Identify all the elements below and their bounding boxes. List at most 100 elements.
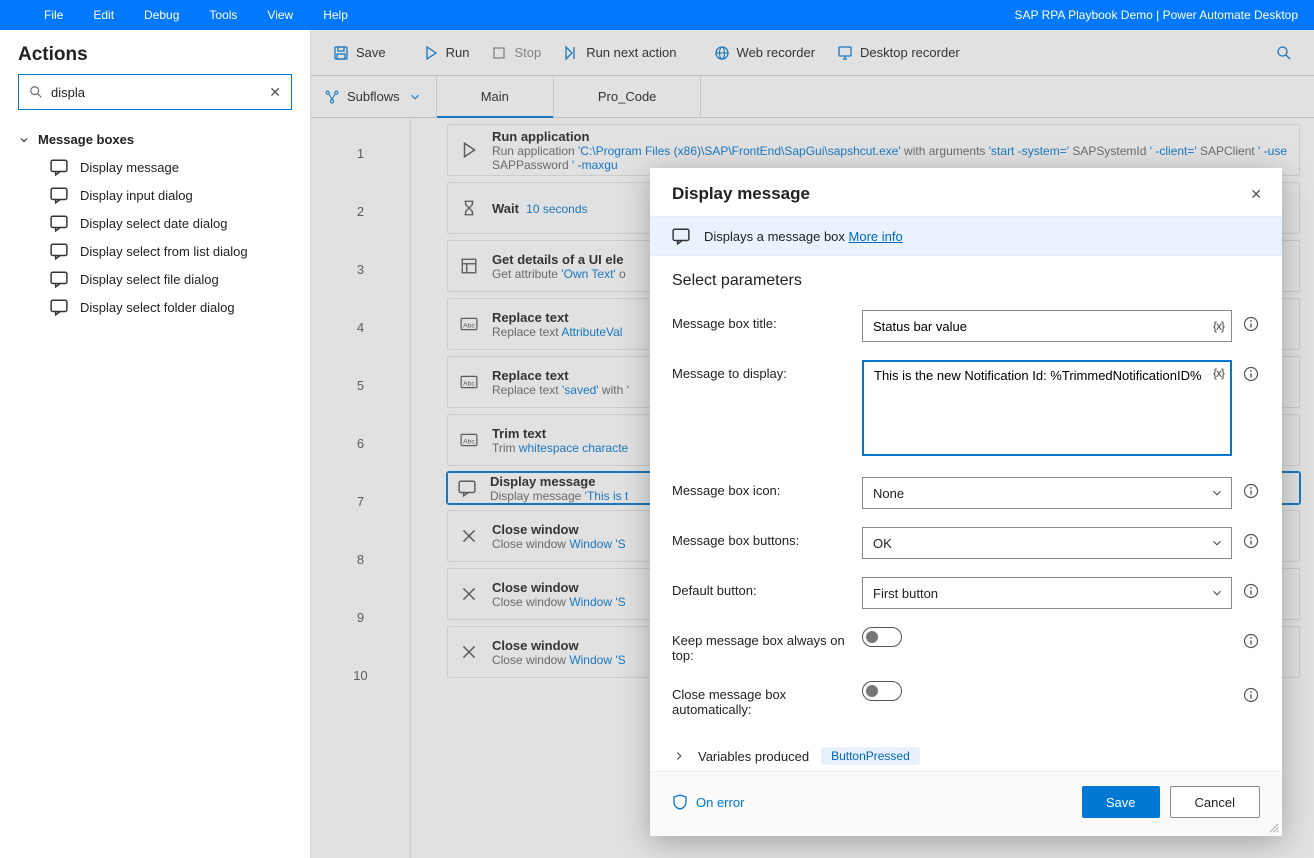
actions-header: Actions: [0, 30, 310, 74]
step-icon: [458, 479, 476, 497]
actions-search-input[interactable]: [51, 85, 269, 100]
action-item[interactable]: Display select file dialog: [0, 265, 310, 293]
desktop-recorder-button[interactable]: Desktop recorder: [829, 41, 968, 65]
toolbar: Save Run Stop Run next action Web record…: [311, 30, 1314, 76]
close-dialog-button[interactable]: ✕: [1250, 186, 1262, 203]
variable-picker-icon[interactable]: {x}: [1213, 366, 1224, 380]
icon-select[interactable]: None: [862, 477, 1232, 509]
step-number: 3: [311, 240, 410, 298]
message-icon: [672, 227, 690, 245]
info-icon[interactable]: [1243, 583, 1259, 599]
actions-panel: Actions ✕ Message boxes Display messageD…: [0, 30, 311, 858]
auto-close-toggle[interactable]: [862, 681, 902, 701]
variables-produced[interactable]: Variables produced ButtonPressed: [672, 741, 1260, 765]
dialog-title: Display message: [672, 184, 810, 204]
tab-main[interactable]: Main: [437, 76, 554, 117]
label-icon: Message box icon:: [672, 477, 852, 498]
step-number: 10: [311, 646, 410, 704]
step-icon: [460, 431, 478, 449]
menu-view[interactable]: View: [267, 8, 293, 22]
search-icon: [1276, 45, 1292, 61]
chevron-down-icon: [408, 90, 422, 104]
step-icon: [460, 257, 478, 275]
default-button-select[interactable]: First button: [862, 577, 1232, 609]
info-icon[interactable]: [1243, 687, 1259, 703]
info-icon[interactable]: [1243, 533, 1259, 549]
menubar: File Edit Debug Tools View Help SAP RPA Playb…: [0, 0, 1314, 30]
save-button[interactable]: Save: [1082, 786, 1160, 818]
message-icon: [50, 186, 68, 204]
action-item[interactable]: Display select folder dialog: [0, 293, 310, 321]
step-icon: [460, 585, 478, 603]
monitor-icon: [837, 45, 853, 61]
step-icon: [563, 45, 579, 61]
step-icon: [460, 315, 478, 333]
label-autoclose: Close message box automatically:: [672, 681, 852, 717]
action-item[interactable]: Display select from list dialog: [0, 237, 310, 265]
message-icon: [50, 242, 68, 260]
message-title-input[interactable]: [862, 310, 1232, 342]
info-icon[interactable]: [1243, 633, 1259, 649]
step-icon: [460, 643, 478, 661]
category-message-boxes[interactable]: Message boxes: [0, 122, 310, 153]
action-item[interactable]: Display select date dialog: [0, 209, 310, 237]
step-number: 4: [311, 298, 410, 356]
label-ontop: Keep message box always on top:: [672, 627, 852, 663]
save-icon: [333, 45, 349, 61]
message-icon: [50, 298, 68, 316]
web-recorder-button[interactable]: Web recorder: [706, 41, 824, 65]
info-icon[interactable]: [1243, 316, 1259, 332]
variable-picker-icon[interactable]: {x}: [1213, 319, 1224, 333]
more-info-link[interactable]: More info: [849, 229, 903, 244]
shield-icon: [672, 794, 688, 810]
actions-search[interactable]: ✕: [18, 74, 292, 110]
chevron-down-icon: [18, 134, 30, 146]
menu-debug[interactable]: Debug: [144, 8, 179, 22]
on-error-button[interactable]: On error: [672, 794, 744, 810]
window-title: SAP RPA Playbook Demo | Power Automate D…: [1015, 8, 1298, 22]
menu-help[interactable]: Help: [323, 8, 348, 22]
clear-search-icon[interactable]: ✕: [269, 84, 281, 101]
stop-icon: [491, 45, 507, 61]
flow-icon: [325, 90, 339, 104]
step-number: 6: [311, 414, 410, 472]
stop-button[interactable]: Stop: [483, 41, 549, 65]
message-icon: [50, 270, 68, 288]
run-next-button[interactable]: Run next action: [555, 41, 684, 65]
info-icon[interactable]: [1243, 483, 1259, 499]
chevron-right-icon: [672, 749, 686, 763]
display-message-dialog: Display message ✕ Displays a message box…: [650, 168, 1282, 836]
menu-tools[interactable]: Tools: [209, 8, 237, 22]
message-body-input[interactable]: This is the new Notification Id: %Trimme…: [862, 360, 1232, 456]
step-number: 5: [311, 356, 410, 414]
label-buttons: Message box buttons:: [672, 527, 852, 548]
info-icon[interactable]: [1243, 366, 1259, 382]
message-icon: [50, 158, 68, 176]
tab-pro_code[interactable]: Pro_Code: [554, 76, 702, 117]
menu-edit[interactable]: Edit: [93, 8, 114, 22]
run-button[interactable]: Run: [415, 41, 478, 65]
action-item[interactable]: Display message: [0, 153, 310, 181]
play-icon: [423, 45, 439, 61]
search-icon: [29, 85, 43, 99]
step-icon: [460, 141, 478, 159]
variable-chip[interactable]: ButtonPressed: [821, 747, 920, 765]
always-on-top-toggle[interactable]: [862, 627, 902, 647]
menu-file[interactable]: File: [44, 8, 63, 22]
subflows-button[interactable]: Subflows: [311, 76, 437, 117]
action-item[interactable]: Display input dialog: [0, 181, 310, 209]
subflow-bar: Subflows MainPro_Code: [311, 76, 1314, 118]
buttons-select[interactable]: OK: [862, 527, 1232, 559]
step-icon: [460, 527, 478, 545]
step-icon: [460, 199, 478, 217]
resize-grip-icon[interactable]: [1268, 822, 1280, 834]
step-icon: [460, 373, 478, 391]
save-button[interactable]: Save: [325, 41, 394, 65]
label-title: Message box title:: [672, 310, 852, 331]
search-flow-button[interactable]: [1268, 41, 1300, 65]
globe-icon: [714, 45, 730, 61]
cancel-button[interactable]: Cancel: [1170, 786, 1260, 818]
step-number: 7: [311, 472, 410, 530]
message-icon: [50, 214, 68, 232]
label-defbtn: Default button:: [672, 577, 852, 598]
